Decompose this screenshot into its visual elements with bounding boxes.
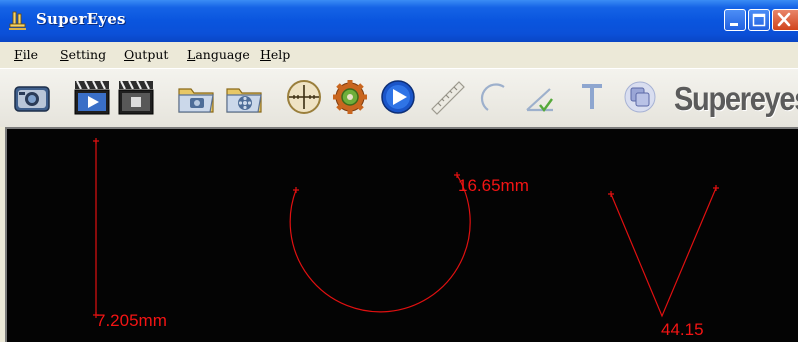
angle-endpoint bbox=[713, 185, 719, 191]
menu-output-accel: O bbox=[124, 47, 135, 62]
menu-setting-label: etting bbox=[68, 47, 107, 62]
menu-output[interactable]: Output bbox=[124, 47, 168, 62]
menu-setting[interactable]: Setting bbox=[60, 47, 106, 62]
minimize-button[interactable] bbox=[724, 9, 746, 31]
menu-bar: File Setting Output Language Help bbox=[0, 42, 798, 68]
text-tool-icon[interactable] bbox=[572, 77, 612, 117]
maximize-icon bbox=[752, 13, 766, 27]
video-record-icon[interactable] bbox=[72, 77, 112, 117]
menu-language[interactable]: Language bbox=[187, 47, 250, 62]
menu-file-accel: F bbox=[14, 47, 23, 62]
snapshot-camera-icon[interactable] bbox=[12, 77, 52, 117]
title-bar[interactable]: SuperEyes bbox=[0, 0, 798, 42]
settings-gear-icon[interactable] bbox=[330, 77, 370, 117]
menu-language-label: anguage bbox=[195, 47, 250, 62]
menu-output-label: utput bbox=[134, 47, 169, 62]
maximize-button[interactable] bbox=[748, 9, 770, 31]
ruler-measure-icon[interactable] bbox=[428, 77, 468, 117]
menu-file-label: ile bbox=[22, 47, 39, 62]
circle-measurement-label: 16.65mm bbox=[458, 176, 529, 195]
video-stop-icon[interactable] bbox=[116, 77, 156, 117]
menu-setting-accel: S bbox=[60, 47, 69, 62]
menu-help[interactable]: Help bbox=[260, 47, 290, 62]
length-measurement-label: 7.205mm bbox=[96, 311, 167, 330]
menu-help-label: elp bbox=[270, 47, 291, 62]
overlay-icon[interactable] bbox=[620, 77, 660, 117]
circle-arc bbox=[289, 174, 471, 313]
toolbar: Supereyes bbox=[0, 68, 798, 127]
arc-endpoint bbox=[293, 187, 299, 193]
crosshair-icon[interactable] bbox=[284, 77, 324, 117]
photo-album-icon[interactable] bbox=[176, 77, 216, 117]
application-window: SuperEyes File Setting Output Language H… bbox=[0, 0, 798, 342]
menu-file[interactable]: File bbox=[14, 47, 38, 62]
length-line-endpoint bbox=[93, 138, 99, 144]
video-album-icon[interactable] bbox=[224, 77, 264, 117]
play-icon[interactable] bbox=[378, 77, 418, 117]
close-icon bbox=[777, 12, 791, 27]
minimize-icon bbox=[730, 23, 738, 26]
arc-measure-icon[interactable] bbox=[476, 77, 516, 117]
angle-measurement-label: 44.15 bbox=[661, 320, 704, 339]
microscope-icon bbox=[9, 11, 26, 30]
menu-help-accel: H bbox=[260, 47, 271, 62]
close-button[interactable] bbox=[772, 9, 798, 31]
window-title: SuperEyes bbox=[36, 10, 126, 28]
angle-line bbox=[610, 187, 717, 318]
angle-measure-icon[interactable] bbox=[520, 77, 560, 117]
camera-viewport[interactable]: 7.205mm 16.65mm 44.15 bbox=[5, 127, 798, 342]
brand-logo: Supereyes bbox=[674, 80, 798, 117]
angle-endpoint bbox=[608, 191, 614, 197]
